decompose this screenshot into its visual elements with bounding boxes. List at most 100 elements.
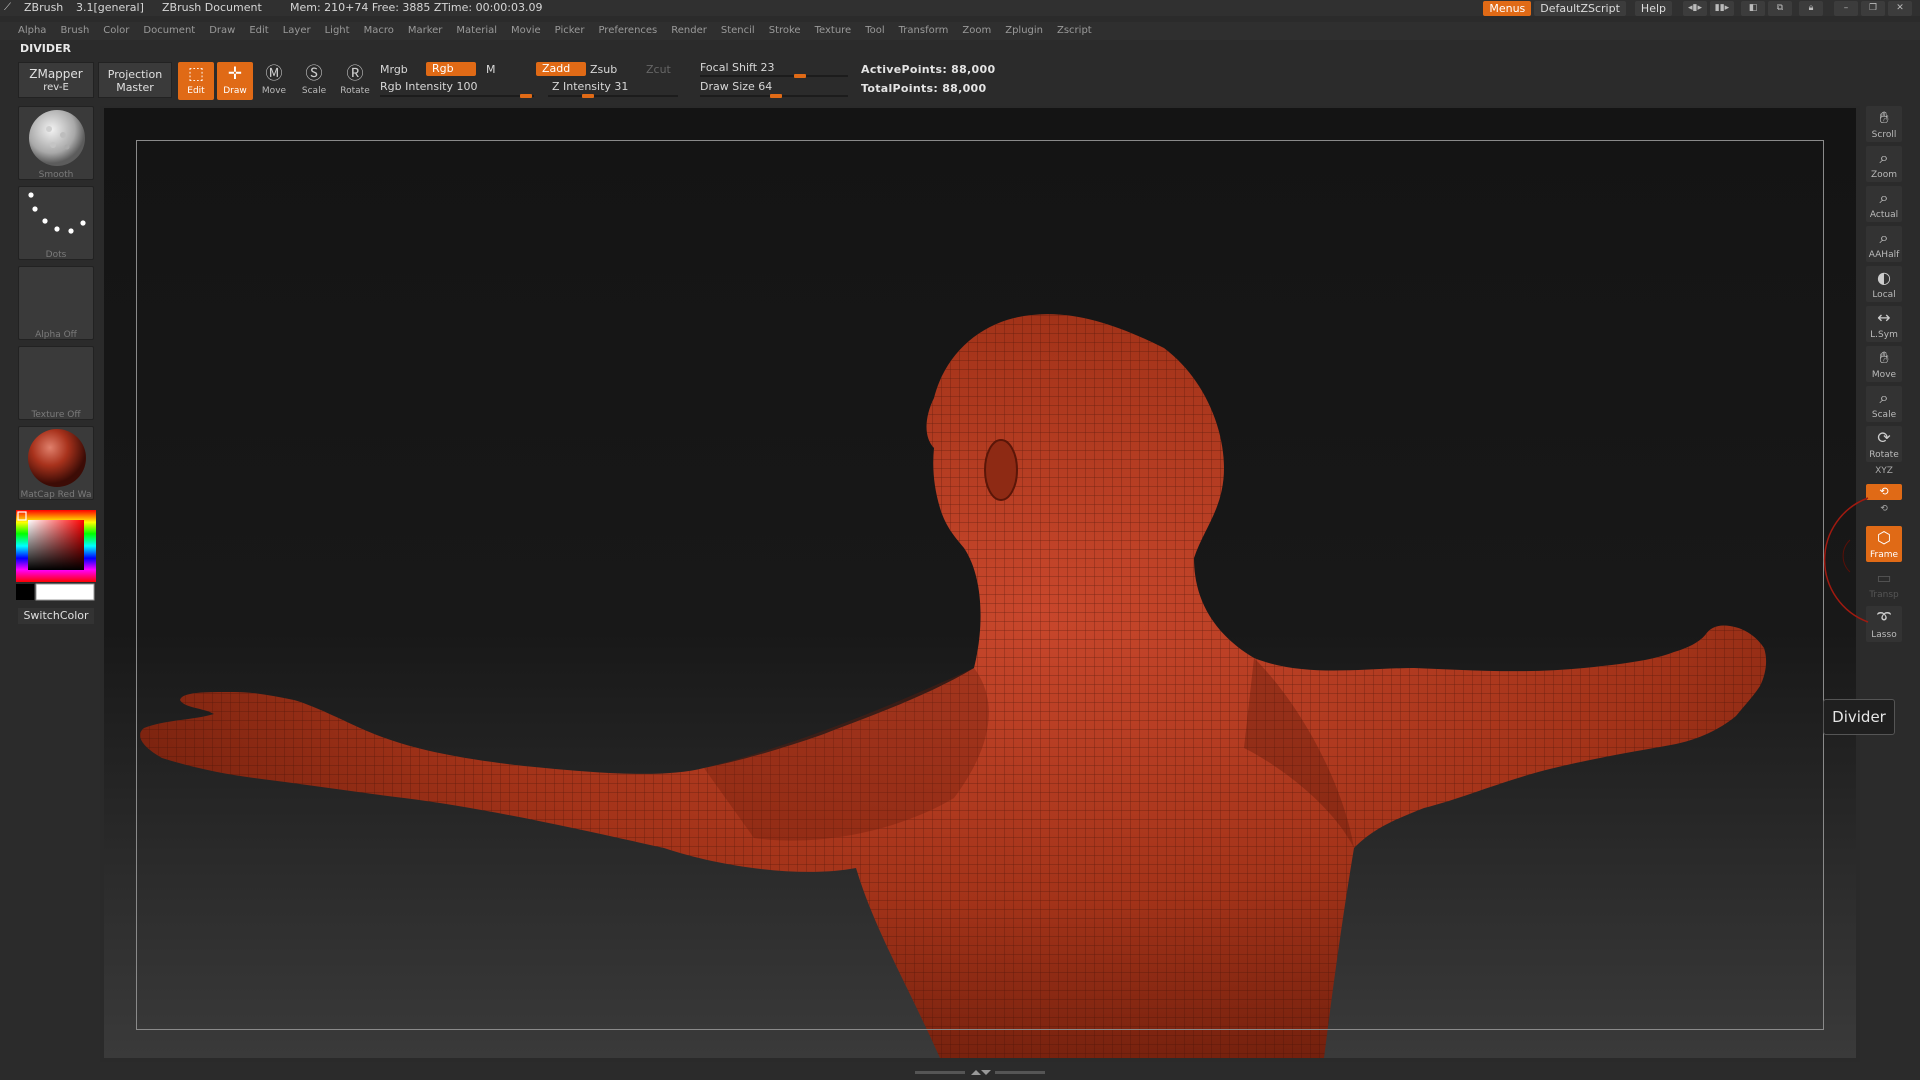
stroke-picker[interactable]: Dots	[18, 186, 94, 260]
document-viewport[interactable]	[104, 108, 1856, 1058]
move-view-label: Move	[1871, 370, 1897, 380]
menu-material[interactable]: Material	[456, 22, 497, 40]
menu-transform[interactable]: Transform	[899, 22, 949, 40]
default-zscript-button[interactable]: DefaultZScript	[1534, 1, 1626, 16]
menu-picker[interactable]: Picker	[555, 22, 585, 40]
left-tray: Smooth Dots Alpha Off Texture Off MatCap…	[14, 104, 96, 624]
matcap-sphere-icon	[28, 429, 86, 487]
draw-size-handle[interactable]	[770, 94, 782, 98]
m-toggle[interactable]: M	[486, 63, 496, 76]
focal-shift-label: Focal Shift 23	[700, 61, 775, 74]
draw-mode-button[interactable]: ✛ Draw	[217, 62, 253, 100]
menu-movie[interactable]: Movie	[511, 22, 541, 40]
zmapper-label: ZMapper	[29, 67, 83, 81]
focal-shift-handle[interactable]	[794, 74, 806, 78]
menu-zplugin[interactable]: Zplugin	[1005, 22, 1043, 40]
transp-label: Transp	[1869, 590, 1899, 600]
lasso-button[interactable]: ➰︎ Lasso	[1866, 606, 1902, 642]
menu-color[interactable]: Color	[103, 22, 129, 40]
app-name: ZBrush	[24, 1, 64, 14]
menu-macro[interactable]: Macro	[364, 22, 394, 40]
switch-color-button[interactable]: SwitchColor	[18, 608, 94, 624]
zmapper-button[interactable]: ZMapper rev-E	[18, 62, 94, 98]
lock-icon[interactable]: 🔒︎	[1799, 1, 1823, 16]
layout-icon[interactable]: ⧉	[1768, 1, 1792, 16]
z-intensity-slider[interactable]	[548, 95, 678, 97]
xyz-toggle[interactable]: XYZ	[1866, 466, 1902, 482]
projection-master-button[interactable]: Projection Master	[98, 62, 172, 98]
menu-stroke[interactable]: Stroke	[769, 22, 801, 40]
menu-stencil[interactable]: Stencil	[721, 22, 755, 40]
move-icon: Ⓜ	[265, 64, 283, 84]
rotate-mode-button[interactable]: Ⓡ Rotate	[337, 62, 373, 100]
material-picker[interactable]: MatCap Red Wa	[18, 426, 94, 500]
minimize-icon[interactable]: –	[1834, 1, 1858, 16]
menu-texture[interactable]: Texture	[815, 22, 852, 40]
z-intensity-label: Z Intensity 31	[552, 80, 629, 93]
menu-marker[interactable]: Marker	[408, 22, 443, 40]
menu-alpha[interactable]: Alpha	[18, 22, 46, 40]
move-view-button[interactable]: ✋︎ Move	[1866, 346, 1902, 382]
color-picker[interactable]	[16, 508, 96, 604]
menu-layer[interactable]: Layer	[283, 22, 311, 40]
restore-icon[interactable]: ❐	[1861, 1, 1885, 16]
menu-edit[interactable]: Edit	[249, 22, 268, 40]
3d-model-render	[140, 314, 1767, 1058]
zoom-button[interactable]: ⌕ Zoom	[1866, 146, 1902, 182]
lsym-button[interactable]: ↔ L.Sym	[1866, 306, 1902, 342]
menu-draw[interactable]: Draw	[209, 22, 235, 40]
frame-button[interactable]: ⬡ Frame	[1866, 526, 1902, 562]
dots-stroke-icon	[28, 192, 86, 234]
mrgb-toggle[interactable]: Mrgb	[380, 63, 408, 76]
model-body	[140, 314, 1767, 1058]
close-icon[interactable]: ✕	[1888, 1, 1912, 16]
z-intensity-handle[interactable]	[582, 94, 594, 98]
expand-tray-icon[interactable]: ▮▮▸	[1710, 1, 1734, 16]
active-points-readout: ActivePoints: 88,000	[861, 63, 996, 76]
zadd-toggle[interactable]: Zadd	[536, 62, 586, 76]
move-mode-button[interactable]: Ⓜ Move	[256, 62, 292, 100]
magnifier-icon: ⌕	[1879, 148, 1889, 167]
menu-document[interactable]: Document	[143, 22, 195, 40]
bottom-tray-handle[interactable]	[915, 1068, 1045, 1076]
menu-preferences[interactable]: Preferences	[598, 22, 657, 40]
zcut-toggle[interactable]: Zcut	[646, 63, 671, 76]
y-axis-toggle[interactable]: ⟲	[1866, 484, 1902, 500]
texture-picker[interactable]: Texture Off	[18, 346, 94, 420]
rgb-intensity-handle[interactable]	[520, 94, 532, 98]
shrink-tray-icon[interactable]: ◂▮▸	[1683, 1, 1707, 16]
rotate-view-button[interactable]: ⟳ Rotate	[1866, 426, 1902, 462]
move-view-icon: ✋︎	[1879, 348, 1889, 367]
local-button[interactable]: ◐ Local	[1866, 266, 1902, 302]
menu-brush[interactable]: Brush	[60, 22, 89, 40]
z-axis-toggle[interactable]: ⟲	[1866, 504, 1902, 520]
menu-render[interactable]: Render	[671, 22, 707, 40]
brush-picker[interactable]: Smooth	[18, 106, 94, 180]
zmapper-sub-label: rev-E	[43, 82, 69, 93]
alpha-picker[interactable]: Alpha Off	[18, 266, 94, 340]
aahalf-button[interactable]: ⌕ AAHalf	[1866, 226, 1902, 262]
draw-size-label: Draw Size 64	[700, 80, 773, 93]
menu-zscript[interactable]: Zscript	[1057, 22, 1092, 40]
rgb-toggle[interactable]: Rgb	[426, 62, 476, 76]
frame-cube-icon: ⬡	[1877, 528, 1891, 547]
menus-button[interactable]: Menus	[1483, 1, 1532, 16]
scroll-button[interactable]: ✋︎ Scroll	[1866, 106, 1902, 142]
focal-shift-slider[interactable]	[700, 75, 848, 77]
app-version: 3.1[general]	[76, 1, 144, 14]
transp-button[interactable]: ▭ Transp	[1866, 566, 1902, 602]
menu-light[interactable]: Light	[325, 22, 350, 40]
menu-zoom[interactable]: Zoom	[962, 22, 991, 40]
swap-layout-icon[interactable]: ◧	[1741, 1, 1765, 16]
scale-mode-button[interactable]: Ⓢ Scale	[296, 62, 332, 100]
edit-mode-button[interactable]: ⬚ Edit	[178, 62, 214, 100]
zsub-toggle[interactable]: Zsub	[590, 63, 617, 76]
rotation-indicator	[1823, 497, 1869, 623]
scale-view-button[interactable]: ⌕ Scale	[1866, 386, 1902, 422]
actual-button[interactable]: ⌕ Actual	[1866, 186, 1902, 222]
draw-label: Draw	[223, 86, 247, 96]
rgb-intensity-slider[interactable]	[380, 95, 534, 97]
help-button[interactable]: Help	[1634, 1, 1672, 16]
menu-tool[interactable]: Tool	[865, 22, 884, 40]
palette-title: DIVIDER	[20, 42, 71, 55]
